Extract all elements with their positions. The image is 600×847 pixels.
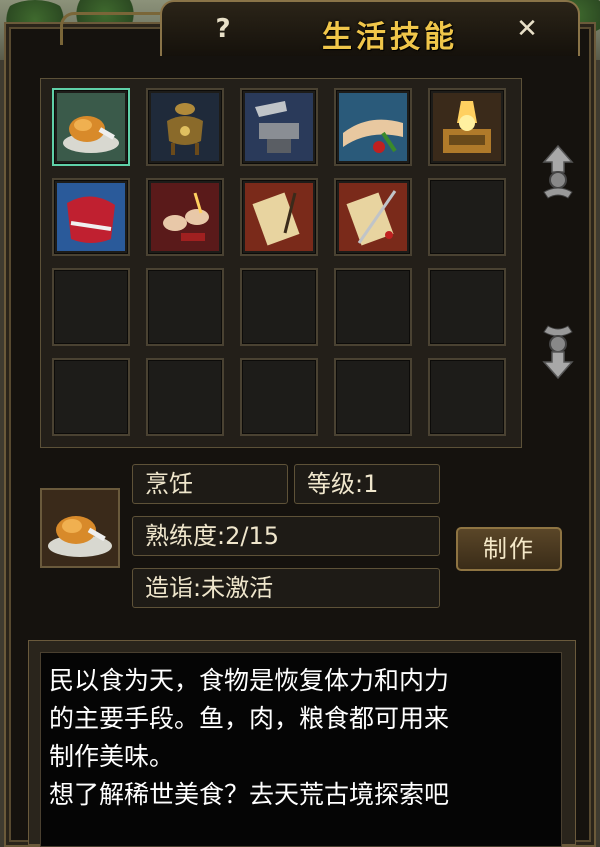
scroll-down-icon[interactable] xyxy=(538,322,578,382)
empty-skill-slot[interactable] xyxy=(428,178,506,256)
description-line: 的主要手段。鱼，肉，粮食都可用来 xyxy=(49,704,450,733)
skill-slot-treasure[interactable] xyxy=(428,88,506,166)
herb-gathering-icon xyxy=(339,93,407,161)
empty-skill-slot[interactable] xyxy=(240,268,318,346)
skill-slot-cooking[interactable] xyxy=(52,88,130,166)
make-button[interactable]: 制作 xyxy=(456,527,562,571)
skill-slot-forging[interactable] xyxy=(240,88,318,166)
empty-skill-slot[interactable] xyxy=(146,358,224,436)
empty-skill-slot[interactable] xyxy=(428,358,506,436)
skill-name-field: 烹饪 xyxy=(132,464,288,504)
skill-slot-tailoring[interactable] xyxy=(52,178,130,256)
title-decoration xyxy=(60,12,173,45)
skill-slot-scroll-brush[interactable] xyxy=(240,178,318,256)
skill-slot-crafting[interactable] xyxy=(146,178,224,256)
proficiency-field: 熟练度:2/15 xyxy=(132,516,440,556)
description-line: 制作美味。 xyxy=(49,742,175,771)
crafting-hands-icon xyxy=(151,183,219,251)
cooking-icon xyxy=(42,490,118,566)
skill-description: 民以食为天，食物是恢复体力和内力 的主要手段。鱼，肉，粮食都可用来 制作美味。 … xyxy=(40,652,562,847)
empty-skill-slot[interactable] xyxy=(428,268,506,346)
treasure-box-icon xyxy=(433,93,501,161)
empty-skill-slot[interactable] xyxy=(52,358,130,436)
empty-skill-slot[interactable] xyxy=(52,268,130,346)
empty-skill-slot[interactable] xyxy=(240,358,318,436)
scroll-up-icon[interactable] xyxy=(538,142,578,202)
skill-slot-scroll-sword[interactable] xyxy=(334,178,412,256)
close-button[interactable]: ✕ xyxy=(512,14,542,44)
mastery-field: 造诣:未激活 xyxy=(132,568,440,608)
scroll-brush-icon xyxy=(245,183,313,251)
empty-skill-slot[interactable] xyxy=(334,358,412,436)
skill-slot-alchemy[interactable] xyxy=(146,88,224,166)
forging-icon xyxy=(245,93,313,161)
tailoring-icon xyxy=(57,183,125,251)
window-title: 生活技能 xyxy=(322,20,458,55)
scroll-sword-icon xyxy=(339,183,407,251)
alchemy-icon xyxy=(151,93,219,161)
empty-skill-slot[interactable] xyxy=(334,268,412,346)
description-line: 想了解稀世美食？去天荒古境探索吧 xyxy=(49,780,450,809)
help-button[interactable]: ? xyxy=(208,14,238,44)
skill-slot-herb-gathering[interactable] xyxy=(334,88,412,166)
empty-skill-slot[interactable] xyxy=(146,268,224,346)
skill-level-field: 等级:1 xyxy=(294,464,440,504)
cooking-icon xyxy=(57,93,125,161)
description-line: 民以食为天，食物是恢复体力和内力 xyxy=(49,666,450,695)
selected-skill-icon xyxy=(40,488,120,568)
